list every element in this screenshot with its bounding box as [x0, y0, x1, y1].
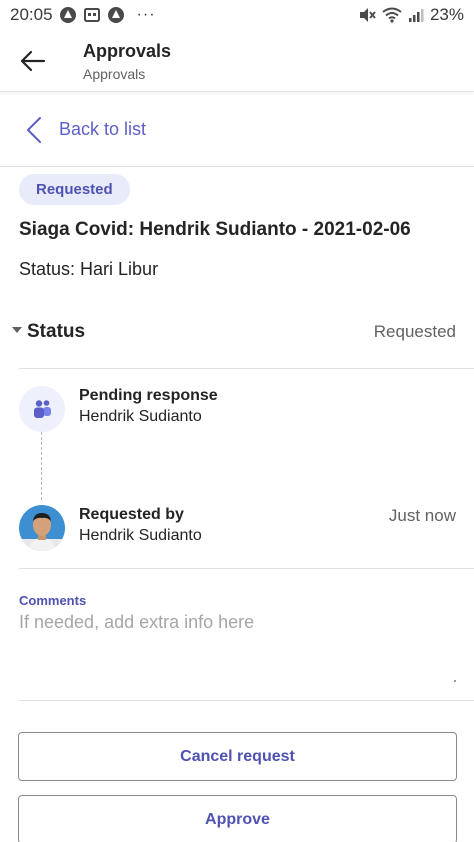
timeline-item-name: Hendrik Sudianto [79, 408, 202, 425]
request-title: Siaga Covid: Hendrik Sudianto - 2021-02-… [19, 219, 411, 240]
more-notifications-icon: ··· [136, 6, 156, 23]
divider [19, 568, 474, 569]
divider [19, 700, 474, 701]
timeline-item-name: Hendrik Sudianto [79, 527, 202, 544]
status-badge: Requested [19, 174, 130, 205]
app-notification-icon [59, 6, 77, 24]
caret-down-icon [12, 327, 22, 333]
status-bar: 20:05 ··· 23% [0, 0, 474, 30]
timeline-item-time: Just now [388, 506, 456, 525]
page-title: Approvals [83, 41, 172, 61]
back-arrow-icon[interactable] [18, 46, 48, 76]
back-to-list-link[interactable]: Back to list [0, 93, 474, 167]
status-bar-right: 23% [358, 5, 464, 25]
app-notification-icon-2 [107, 6, 125, 24]
request-status-line: Status: Hari Libur [19, 259, 159, 279]
status-section-toggle[interactable]: Status Requested [12, 320, 458, 344]
divider [19, 368, 474, 369]
clock: 20:05 [10, 5, 53, 24]
timeline-connector [41, 432, 42, 500]
back-to-list-label: Back to list [59, 119, 147, 139]
approve-button[interactable]: Approve [18, 795, 457, 842]
battery-level: 23% [429, 5, 464, 24]
calendar-notification-icon [83, 6, 101, 24]
page-subtitle: Approvals [83, 66, 146, 82]
app-bar: Approvals Approvals [0, 30, 474, 92]
chevron-left-icon [26, 117, 42, 148]
status-section-value: Requested [373, 322, 456, 341]
wifi-icon [382, 7, 402, 23]
signal-icon [408, 7, 424, 23]
comments-field[interactable] [19, 612, 459, 684]
mute-icon [358, 7, 376, 23]
textarea-resize-handle[interactable] [454, 680, 456, 682]
status-section-label: Status [27, 321, 86, 342]
comments-label: Comments [19, 593, 87, 608]
cancel-request-button[interactable]: Cancel request [18, 732, 457, 781]
status-bar-left: 20:05 ··· [10, 5, 156, 25]
avatar [19, 505, 65, 551]
teams-icon [19, 386, 65, 432]
timeline-item-title: Requested by [79, 506, 184, 523]
timeline-item-title: Pending response [79, 387, 218, 404]
